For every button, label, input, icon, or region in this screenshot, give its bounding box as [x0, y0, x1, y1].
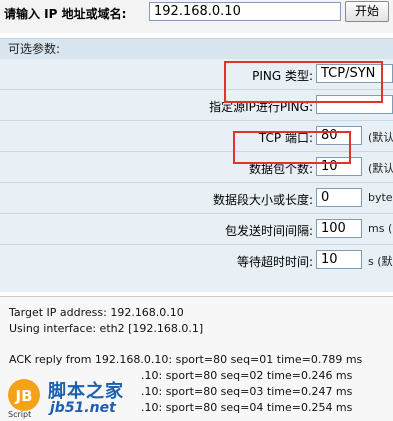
address-bar: 请输入 IP 地址或域名: 192.168.0.10 开始 — [0, 0, 393, 33]
start-button[interactable]: 开始 — [345, 1, 389, 22]
svg-text:JB: JB — [14, 387, 32, 405]
params-title: 可选参数: — [0, 39, 393, 59]
timeout-unit: s (默 — [368, 255, 393, 268]
data-size-unit: byte — [368, 191, 393, 204]
packet-count-unit: (默认 — [368, 162, 393, 175]
send-interval-input[interactable]: 100 — [316, 219, 362, 238]
send-interval-unit: ms ( — [368, 222, 393, 235]
watermark-url-text: jb51.net — [50, 400, 116, 416]
output-line: ACK reply from 192.168.0.10: sport=80 se… — [9, 353, 363, 366]
row-timeout: 等待超时时间: 10 s (默 — [0, 245, 393, 275]
output-line: Using interface: eth2 [192.168.0.1] — [9, 322, 204, 335]
data-size-label: 数据段大小或长度: — [212, 193, 313, 207]
timeout-label: 等待超时时间: — [236, 255, 313, 269]
watermark: JB Script 脚本之家 jb51.net — [6, 375, 206, 420]
jb-logo-icon: JB — [8, 379, 40, 411]
row-send-interval: 包发送时间间隔: 100 ms ( — [0, 214, 393, 245]
tcp-port-highlight-box — [233, 131, 351, 164]
target-address-input[interactable]: 192.168.0.10 — [149, 2, 341, 21]
output-line: Target IP address: 192.168.0.10 — [9, 306, 184, 319]
ping-type-highlight-box — [224, 61, 383, 103]
timeout-input[interactable]: 10 — [316, 250, 362, 269]
target-prompt: 请输入 IP 地址或域名: — [4, 7, 127, 21]
send-interval-label: 包发送时间间隔: — [224, 224, 313, 238]
tcp-port-unit: (默认 — [368, 131, 393, 144]
row-data-size: 数据段大小或长度: 0 byte — [0, 183, 393, 214]
watermark-sub-text: Script — [8, 410, 32, 419]
data-size-input[interactable]: 0 — [316, 188, 362, 207]
